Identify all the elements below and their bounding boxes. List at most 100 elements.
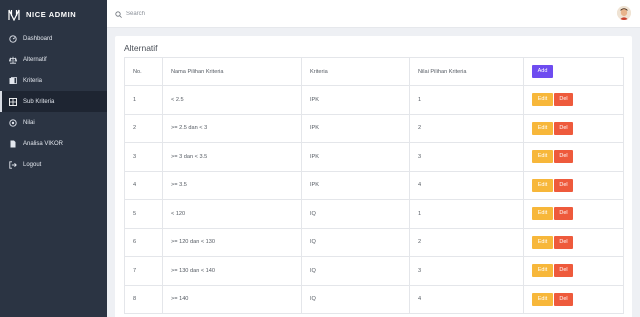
cell-nilai: 3	[409, 142, 524, 172]
cell-nilai: 1	[409, 199, 524, 229]
cell-actions: Edit Del	[523, 85, 624, 115]
document-icon	[9, 140, 17, 148]
cell-no: 3	[124, 142, 163, 172]
table-row: 8 >= 140 IQ 4 Edit Del	[124, 284, 624, 314]
cell-actions: Edit Del	[523, 256, 624, 286]
sub-kriteria-table: No. Nama Pilihan Kriteria Kriteria Nilai…	[124, 57, 624, 314]
cell-kriteria: IPK	[301, 113, 410, 143]
cell-nama: < 120	[162, 199, 302, 229]
delete-button[interactable]: Del	[554, 207, 573, 221]
brand-name: NICE ADMIN	[26, 9, 77, 19]
cell-kriteria: IPK	[301, 85, 410, 115]
sidebar-item-label: Analisa VIKOR	[23, 140, 64, 147]
edit-button[interactable]: Edit	[532, 292, 553, 306]
search-bar	[115, 5, 246, 23]
edit-button[interactable]: Edit	[532, 207, 553, 221]
cell-no: 8	[124, 284, 163, 314]
avatar[interactable]	[617, 6, 631, 20]
cell-actions: Edit Del	[523, 284, 624, 314]
add-button[interactable]: Add	[532, 65, 553, 78]
edit-button[interactable]: Edit	[532, 264, 553, 278]
delete-button[interactable]: Del	[554, 150, 573, 164]
table-row: 2 >= 2.5 dan < 3 IPK 2 Edit Del	[124, 113, 624, 143]
table-row: 5 < 120 IQ 1 Edit Del	[124, 199, 624, 229]
cell-kriteria: IQ	[301, 199, 410, 229]
cell-actions: Edit Del	[523, 170, 624, 200]
cell-no: 5	[124, 199, 163, 229]
sidebar-nav: Dashboard Alternatif Kriteria Sub Kriter…	[0, 28, 107, 175]
table-row: 3 >= 3 dan < 3.5 IPK 3 Edit Del	[124, 142, 624, 172]
logout-icon	[9, 160, 17, 169]
delete-button[interactable]: Del	[554, 235, 573, 249]
table-row: 1 < 2.5 IPK 1 Edit Del	[124, 85, 624, 115]
cell-nama: >= 3 dan < 3.5	[162, 142, 302, 172]
cell-nilai: 2	[409, 113, 524, 143]
cell-nama: >= 140	[162, 284, 302, 314]
cell-actions: Edit Del	[523, 142, 624, 172]
cell-kriteria: IPK	[301, 170, 410, 200]
sidebar: NICE ADMIN Dashboard Alternatif Kriteria…	[0, 0, 107, 317]
column-header-nama: Nama Pilihan Kriteria	[162, 57, 302, 86]
delete-button[interactable]: Del	[554, 178, 573, 192]
cell-nama: >= 2.5 dan < 3	[162, 113, 302, 143]
cell-kriteria: IQ	[301, 227, 410, 257]
scale-icon	[9, 56, 17, 64]
record-icon	[9, 118, 17, 127]
sidebar-item-label: Dashboard	[23, 35, 53, 42]
cell-kriteria: IQ	[301, 284, 410, 314]
table-row: 4 >= 3.5 IPK 4 Edit Del	[124, 170, 624, 200]
cell-actions: Edit Del	[523, 113, 624, 143]
edit-button[interactable]: Edit	[532, 235, 553, 249]
search-icon	[115, 5, 122, 23]
sidebar-item-kriteria[interactable]: Kriteria	[0, 70, 107, 91]
column-header-kriteria: Kriteria	[301, 57, 410, 86]
sidebar-item-label: Nilai	[23, 119, 35, 126]
sidebar-item-dashboard[interactable]: Dashboard	[0, 28, 107, 49]
column-header-actions: Add	[523, 57, 624, 86]
topbar	[107, 0, 640, 28]
page-title: Alternatif	[124, 43, 158, 53]
cell-actions: Edit Del	[523, 227, 624, 257]
sidebar-item-logout[interactable]: Logout	[0, 154, 107, 175]
cell-nama: >= 130 dan < 140	[162, 256, 302, 286]
cell-nama: >= 120 dan < 130	[162, 227, 302, 257]
sidebar-item-label: Kriteria	[23, 77, 43, 84]
cell-actions: Edit Del	[523, 199, 624, 229]
content-card: Alternatif No. Nama Pilihan Kriteria Kri…	[115, 36, 632, 317]
dashboard-icon	[9, 34, 17, 43]
cell-nilai: 4	[409, 170, 524, 200]
edit-button[interactable]: Edit	[532, 121, 553, 135]
cell-nilai: 1	[409, 85, 524, 115]
sidebar-item-analisa-vikor[interactable]: Analisa VIKOR	[0, 133, 107, 154]
sidebar-item-label: Sub Kriteria	[23, 98, 55, 105]
cell-kriteria: IQ	[301, 256, 410, 286]
column-header-no: No.	[124, 57, 163, 86]
edit-button[interactable]: Edit	[532, 178, 553, 192]
table-header-row: No. Nama Pilihan Kriteria Kriteria Nilai…	[124, 57, 624, 86]
column-header-nilai: Nilai Pilihan Kriteria	[409, 57, 524, 86]
grid-icon	[9, 97, 17, 106]
delete-button[interactable]: Del	[554, 264, 573, 278]
cell-no: 6	[124, 227, 163, 257]
delete-button[interactable]: Del	[554, 292, 573, 306]
list-icon	[9, 76, 17, 85]
sidebar-item-sub-kriteria[interactable]: Sub Kriteria	[0, 91, 107, 112]
sidebar-item-nilai[interactable]: Nilai	[0, 112, 107, 133]
logo-icon	[8, 8, 20, 22]
cell-no: 4	[124, 170, 163, 200]
table-row: 6 >= 120 dan < 130 IQ 2 Edit Del	[124, 227, 624, 257]
delete-button[interactable]: Del	[554, 93, 573, 107]
search-input[interactable]	[126, 10, 246, 17]
cell-nilai: 3	[409, 256, 524, 286]
edit-button[interactable]: Edit	[532, 150, 553, 164]
cell-no: 2	[124, 113, 163, 143]
sidebar-item-alternatif[interactable]: Alternatif	[0, 49, 107, 70]
brand[interactable]: NICE ADMIN	[0, 0, 107, 28]
edit-button[interactable]: Edit	[532, 93, 553, 107]
delete-button[interactable]: Del	[554, 121, 573, 135]
cell-kriteria: IPK	[301, 142, 410, 172]
sidebar-item-label: Logout	[23, 161, 42, 168]
cell-nilai: 4	[409, 284, 524, 314]
cell-nama: < 2.5	[162, 85, 302, 115]
cell-no: 7	[124, 256, 163, 286]
